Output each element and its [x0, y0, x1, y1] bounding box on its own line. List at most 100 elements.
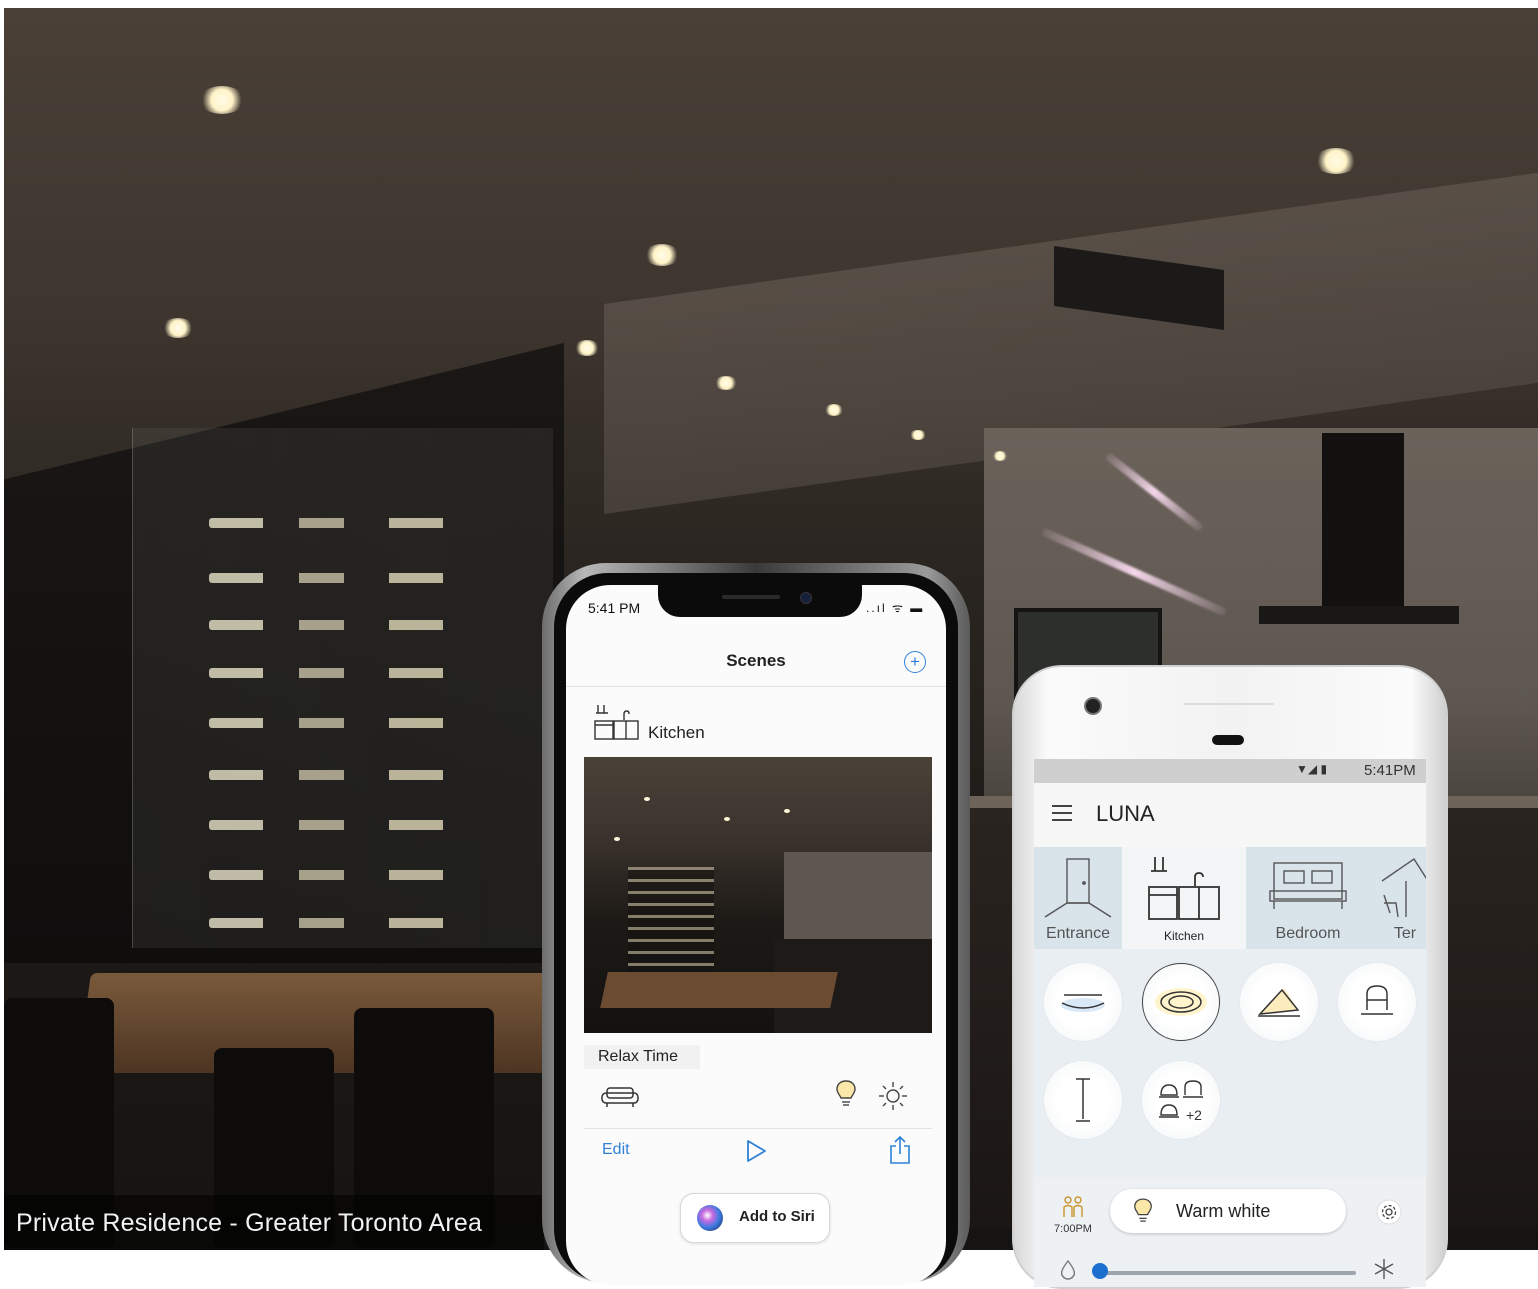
bed-icon	[1269, 862, 1347, 909]
wine-bottle-row	[209, 718, 509, 728]
fixture-wall-sconce[interactable]	[1338, 963, 1416, 1041]
ceiling-light	[199, 86, 245, 114]
ceiling-light	[992, 451, 1008, 461]
range-hood-base	[1259, 606, 1459, 624]
ceiling-light	[909, 430, 927, 440]
door-icon	[1044, 858, 1112, 918]
terrace-icon	[1381, 858, 1426, 918]
wine-bottle-row	[209, 620, 509, 630]
water-drop-icon	[1060, 1259, 1076, 1280]
kitchen-icon	[1148, 857, 1220, 920]
app-bar: LUNA	[1034, 783, 1426, 847]
sofa-icon	[601, 1087, 639, 1107]
warm-white-button[interactable]: Warm white	[1110, 1189, 1346, 1233]
wall-sconce-icon	[1361, 985, 1393, 1015]
play-icon[interactable]	[744, 1139, 768, 1163]
status-bar: ▼◢ ▮ 5:41PM	[1034, 759, 1426, 783]
scene-thumbnail[interactable]	[584, 757, 932, 1033]
extra-count: +2	[1186, 1107, 1202, 1123]
fixture-ceiling-disc[interactable]	[1044, 963, 1122, 1041]
room-tabs: Entrance Kitchen Bedroom Ter	[1034, 847, 1426, 949]
iphone-bezel: 5:41 PM ..ıl ᯤ ▬ Scenes + Kitchen Relax …	[554, 573, 958, 1285]
edit-button[interactable]: Edit	[602, 1141, 630, 1159]
thumbnail-light	[724, 817, 730, 821]
plus-circle-icon[interactable]: +	[904, 651, 926, 673]
fixture-grid: +2	[1034, 949, 1426, 1177]
tab-entrance[interactable]: Entrance	[1034, 847, 1122, 949]
ceiling-light	[162, 318, 194, 338]
thumbnail-table	[600, 972, 838, 1008]
wine-bottle-row	[209, 918, 509, 928]
ceiling-light	[574, 340, 600, 356]
sun-icon	[879, 1082, 907, 1110]
divider	[566, 686, 946, 687]
fixture-group-icon	[1159, 1080, 1203, 1118]
fixture-recessed[interactable]	[1142, 963, 1220, 1041]
lightbulb-icon	[836, 1080, 856, 1106]
tab-terrace[interactable]: Ter	[1370, 847, 1426, 949]
ceiling-light	[714, 376, 738, 390]
iphone-device: 5:41 PM ..ıl ᯤ ▬ Scenes + Kitchen Relax …	[542, 563, 970, 1285]
room-label: Kitchen	[648, 723, 705, 742]
wine-bottle-row	[209, 870, 509, 880]
android-screen: ▼◢ ▮ 5:41PM LUNA Entrance Kitchen Bedroo…	[1034, 759, 1426, 1287]
iphone-screen: 5:41 PM ..ıl ᯤ ▬ Scenes + Kitchen Relax …	[566, 585, 946, 1285]
tab-label: Bedroom	[1275, 925, 1341, 942]
thumbnail-light	[784, 809, 790, 813]
thumbnail-wall	[784, 852, 932, 942]
tab-label: Kitchen	[1163, 929, 1205, 943]
status-icons: ..ıl ᯤ ▬	[866, 601, 925, 615]
ceiling-light	[1314, 148, 1358, 174]
panel-light-icon	[1258, 988, 1300, 1017]
status-time: 5:41PM	[1364, 762, 1416, 779]
ceiling-light	[644, 244, 680, 266]
gear-icon[interactable]	[1376, 1199, 1402, 1225]
android-device: ▼◢ ▮ 5:41PM LUNA Entrance Kitchen Bedroo…	[1012, 665, 1448, 1289]
fixture-group[interactable]: +2	[1142, 1061, 1220, 1139]
wine-bottle-row	[209, 573, 509, 583]
wine-bottle-row	[209, 518, 509, 528]
room-header-kitchen[interactable]: Kitchen	[582, 697, 752, 751]
wine-bottle-row	[209, 668, 509, 678]
fixture-floor-lamp[interactable]	[1044, 1061, 1122, 1139]
app-title: LUNA	[1096, 801, 1155, 826]
mode-label: Warm white	[1176, 1201, 1271, 1221]
tab-bedroom[interactable]: Bedroom	[1246, 847, 1370, 949]
scene-name: Relax Time	[598, 1048, 679, 1065]
schedule-time: 7:00PM	[1054, 1223, 1092, 1235]
tab-label: Entrance	[1045, 925, 1111, 942]
page-title: Scenes	[726, 651, 786, 670]
snowflake-icon	[1374, 1259, 1394, 1279]
siri-icon	[697, 1205, 723, 1231]
schedule-button[interactable]: 7:00PM	[1048, 1195, 1098, 1235]
thumbnail-light	[644, 797, 650, 801]
hamburger-menu-icon[interactable]	[1052, 805, 1072, 821]
notch	[658, 585, 862, 617]
people-schedule-icon	[1063, 1196, 1083, 1217]
earpiece	[1212, 735, 1244, 745]
divider	[584, 1128, 932, 1129]
fixture-panel[interactable]	[1240, 963, 1318, 1041]
status-icons: ▼◢ ▮	[1296, 762, 1328, 776]
caption-text: Private Residence - Greater Toronto Area	[16, 1209, 483, 1237]
wine-bottle-row	[209, 820, 509, 830]
front-camera	[1084, 697, 1102, 715]
front-camera	[800, 592, 812, 604]
thumbnail-light	[614, 837, 620, 841]
tab-label: Ter	[1393, 925, 1417, 942]
lightbulb-icon	[1134, 1198, 1152, 1222]
control-panel: 7:00PM Warm white	[1034, 1177, 1426, 1287]
wine-bottle-row	[209, 770, 509, 780]
add-to-siri-button[interactable]: Add to Siri	[680, 1193, 830, 1243]
temperature-slider-knob[interactable]	[1092, 1263, 1108, 1279]
photo-caption: Private Residence - Greater Toronto Area	[4, 1195, 544, 1250]
speaker-grille	[722, 595, 780, 599]
scene-name-tag: Relax Time	[584, 1045, 700, 1069]
ceiling-disc-light-icon	[1061, 994, 1105, 1012]
temperature-slider-track[interactable]	[1100, 1271, 1356, 1275]
recessed-light-icon	[1155, 988, 1207, 1016]
tab-kitchen[interactable]: Kitchen	[1122, 847, 1246, 949]
ceiling-light	[824, 404, 844, 416]
kitchen-icon	[594, 705, 639, 740]
share-icon[interactable]	[888, 1135, 912, 1165]
